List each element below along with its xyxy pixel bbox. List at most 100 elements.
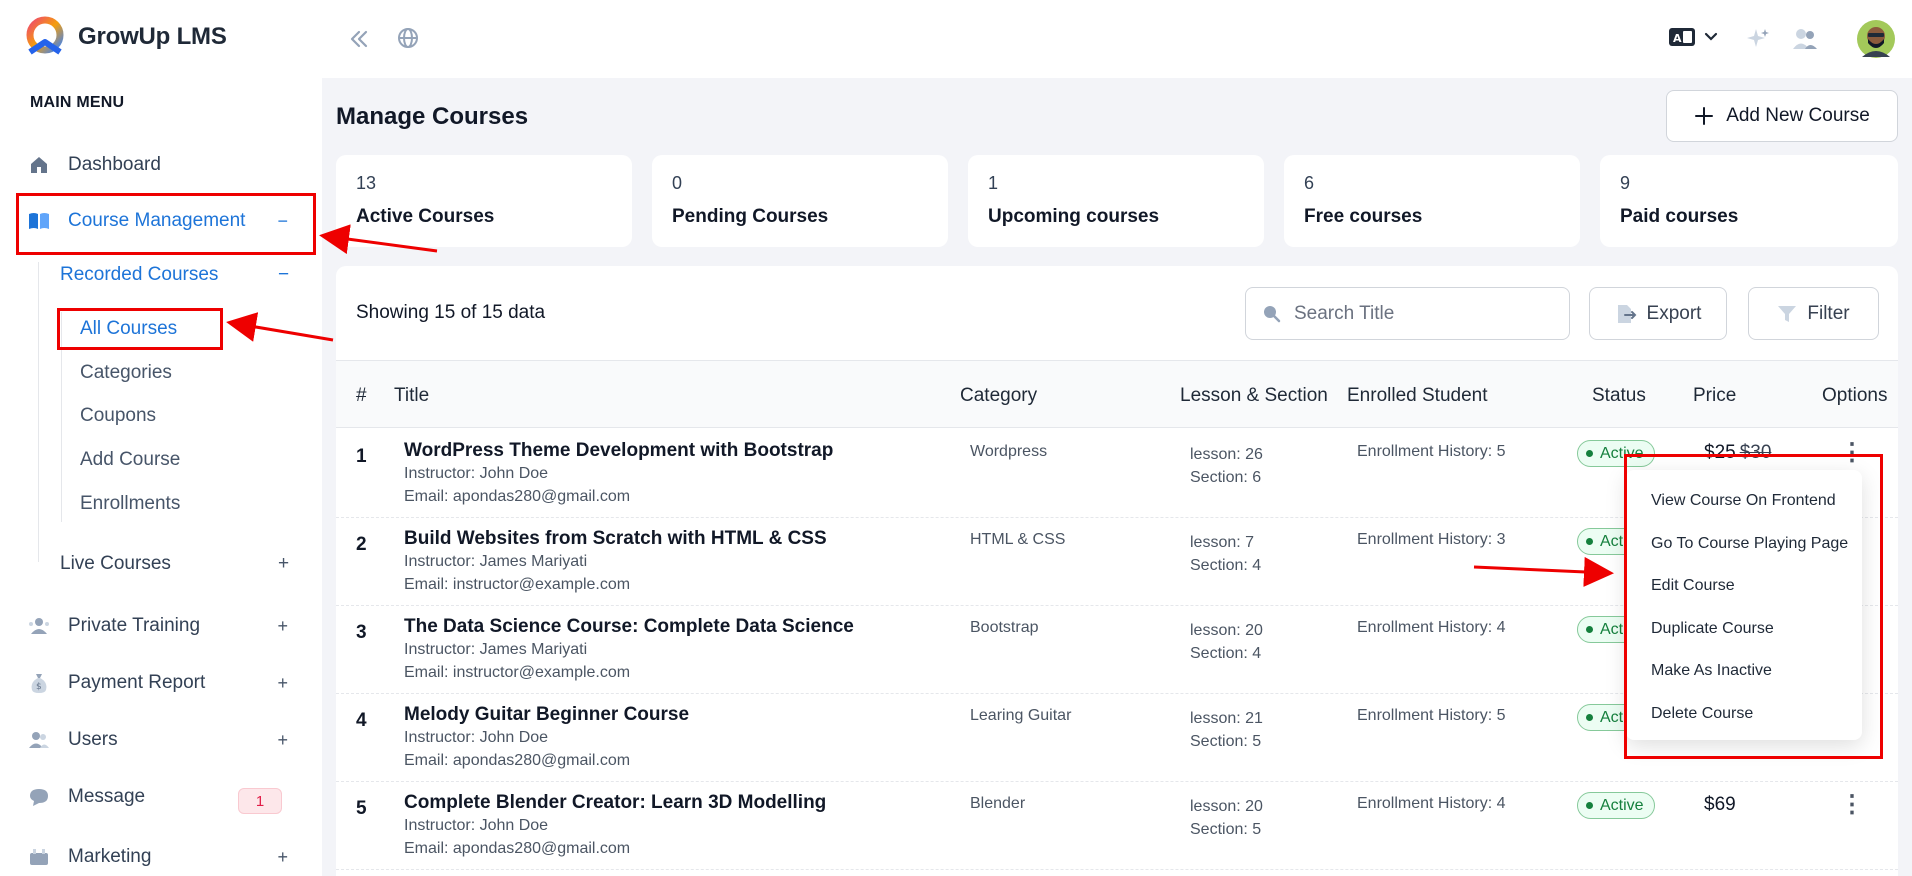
lesson-count: lesson: 21 xyxy=(1190,710,1263,727)
logo-icon xyxy=(26,16,64,55)
column-header[interactable]: Options xyxy=(1822,385,1887,407)
status-label: Acti xyxy=(1600,620,1627,638)
sidebar-item-categories[interactable]: Categories xyxy=(80,362,172,384)
expand-sign[interactable]: + xyxy=(277,730,288,751)
avatar[interactable] xyxy=(1856,19,1896,59)
user-switch-icon[interactable] xyxy=(1792,27,1818,51)
column-header[interactable]: Price xyxy=(1693,385,1736,407)
annotation-box xyxy=(57,308,223,350)
status-dot xyxy=(1586,450,1593,457)
filter-icon xyxy=(1778,305,1797,322)
sidebar-item-users[interactable]: Users + xyxy=(18,716,310,764)
course-info: Build Websites from Scratch with HTML & … xyxy=(404,528,827,594)
course-instructor: Instructor: James Mariyati xyxy=(404,641,588,658)
sidebar: GrowUp LMS MAIN MENU Dashboard Course Ma… xyxy=(0,0,322,876)
brand[interactable]: GrowUp LMS xyxy=(22,16,227,58)
users-icon xyxy=(28,729,50,751)
course-title[interactable]: Build Websites from Scratch with HTML & … xyxy=(404,528,827,550)
enrollment-history[interactable]: Enrollment History: 3 xyxy=(1357,531,1506,549)
price: $69 xyxy=(1704,794,1736,815)
collapse-sidebar-icon[interactable] xyxy=(348,28,370,50)
language-selector[interactable]: A xyxy=(1668,26,1718,48)
export-icon xyxy=(1617,304,1636,323)
status-dot xyxy=(1586,626,1593,633)
course-info: Melody Guitar Beginner Course Instructor… xyxy=(404,704,689,770)
stat-label: Pending Courses xyxy=(672,206,829,227)
search-input[interactable] xyxy=(1294,302,1544,325)
export-button[interactable]: Export xyxy=(1589,287,1727,340)
button-label: Add New Course xyxy=(1726,105,1870,126)
collapse-sign[interactable]: − xyxy=(278,264,289,286)
course-instructor: Instructor: John Doe xyxy=(404,817,549,834)
stat-value: 13 xyxy=(356,173,377,193)
home-icon xyxy=(28,154,50,176)
add-new-course-button[interactable]: Add New Course xyxy=(1666,90,1898,142)
svg-text:$: $ xyxy=(36,682,42,692)
section-count: Section: 5 xyxy=(1190,733,1262,750)
topbar: A xyxy=(322,0,1912,78)
course-title[interactable]: Complete Blender Creator: Learn 3D Model… xyxy=(404,792,826,814)
course-category: Bootstrap xyxy=(970,619,1039,636)
page-title: Manage Courses xyxy=(336,103,529,130)
enrollment-history[interactable]: Enrollment History: 4 xyxy=(1357,619,1506,637)
course-info: The Data Science Course: Complete Data S… xyxy=(404,616,854,682)
section-count: Section: 4 xyxy=(1190,557,1262,574)
expand-sign[interactable]: + xyxy=(278,553,289,575)
sidebar-item-label: Marketing xyxy=(68,846,152,867)
course-title[interactable]: Melody Guitar Beginner Course xyxy=(404,704,689,726)
sidebar-item-add-course[interactable]: Add Course xyxy=(80,449,180,471)
course-title[interactable]: The Data Science Course: Complete Data S… xyxy=(404,616,854,638)
status-dot xyxy=(1586,714,1593,721)
course-instructor: Instructor: James Mariyati xyxy=(404,553,588,570)
column-header[interactable]: Enrolled Student xyxy=(1347,385,1488,407)
column-header[interactable]: # xyxy=(356,385,367,407)
lesson-count: lesson: 20 xyxy=(1190,798,1263,815)
sidebar-item-label: Recorded Courses xyxy=(60,264,219,285)
enrollment-history[interactable]: Enrollment History: 5 xyxy=(1357,707,1506,725)
main-menu-heading: MAIN MENU xyxy=(30,94,125,111)
globe-icon[interactable] xyxy=(396,26,420,50)
status-dot xyxy=(1586,802,1593,809)
sidebar-item-coupons[interactable]: Coupons xyxy=(80,405,156,427)
row-number: 3 xyxy=(356,622,367,643)
column-header[interactable]: Category xyxy=(960,385,1037,407)
row-number: 4 xyxy=(356,710,367,731)
expand-sign[interactable]: + xyxy=(277,616,288,637)
sidebar-item-private-training[interactable]: Private Training + xyxy=(18,602,310,650)
stat-card: 1 Upcoming courses xyxy=(968,155,1264,247)
row-number: 2 xyxy=(356,534,367,555)
course-category: HTML & CSS xyxy=(970,531,1066,548)
divider xyxy=(38,262,39,562)
training-icon xyxy=(28,615,50,637)
course-instructor: Instructor: John Doe xyxy=(404,465,549,482)
sidebar-item-label: Payment Report xyxy=(68,672,206,693)
enrollment-history[interactable]: Enrollment History: 5 xyxy=(1357,443,1506,461)
course-email: Email: apondas280@gmail.com xyxy=(404,488,631,505)
sidebar-item-marketing[interactable]: Marketing + xyxy=(18,833,310,876)
sidebar-item-dashboard[interactable]: Dashboard xyxy=(18,141,310,189)
search-box[interactable] xyxy=(1245,287,1570,340)
marketing-icon xyxy=(28,846,50,868)
course-instructor: Instructor: John Doe xyxy=(404,729,549,746)
expand-sign[interactable]: + xyxy=(277,673,288,694)
expand-sign[interactable]: + xyxy=(277,847,288,868)
column-header[interactable]: Status xyxy=(1592,385,1646,407)
course-title[interactable]: WordPress Theme Development with Bootstr… xyxy=(404,440,833,462)
options-kebab-icon[interactable]: ⋮ xyxy=(1840,790,1864,819)
course-category: Learing Guitar xyxy=(970,707,1072,724)
sidebar-item-live-courses[interactable]: Live Courses + xyxy=(60,553,289,575)
plus-icon xyxy=(1695,107,1714,125)
enrollment-history[interactable]: Enrollment History: 4 xyxy=(1357,795,1506,813)
filter-button[interactable]: Filter xyxy=(1748,287,1879,340)
section-count: Section: 6 xyxy=(1190,469,1262,486)
sidebar-item-enrollments[interactable]: Enrollments xyxy=(80,493,180,515)
column-header[interactable]: Title xyxy=(394,385,429,407)
column-header[interactable]: Lesson & Section xyxy=(1180,385,1328,407)
status-label: Acti xyxy=(1600,708,1627,726)
sidebar-item-label: Private Training xyxy=(68,615,201,636)
sidebar-item-payment-report[interactable]: $ Payment Report + xyxy=(18,659,310,707)
money-bag-icon: $ xyxy=(28,672,50,694)
sidebar-item-recorded-courses[interactable]: Recorded Courses − xyxy=(60,264,289,286)
row-number: 5 xyxy=(356,798,367,819)
sparkle-icon[interactable] xyxy=(1746,27,1770,51)
